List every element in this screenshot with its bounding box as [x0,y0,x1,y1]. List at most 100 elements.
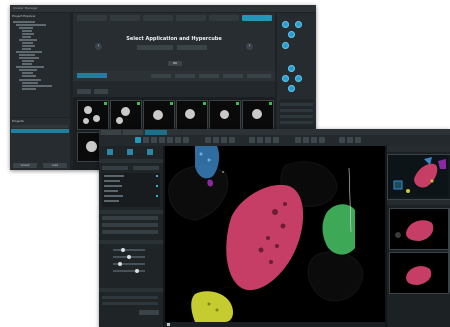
toolbar-button[interactable] [247,74,271,78]
cluster-node-icon[interactable] [295,75,302,82]
checklist-item[interactable] [104,195,123,197]
filter-button[interactable] [77,89,91,94]
dropdown[interactable] [102,166,128,170]
tree-item[interactable] [22,30,32,32]
thumbnail[interactable] [77,100,109,130]
tree-item[interactable] [22,75,36,77]
tree-item[interactable] [22,33,34,35]
ok-button[interactable]: OK [168,61,182,66]
parameter-slider[interactable] [113,254,145,259]
toolbar-button[interactable] [151,74,171,78]
tool-icon[interactable] [147,149,153,155]
tree-item[interactable] [22,42,33,44]
toolbar-button[interactable] [223,74,243,78]
tree-item[interactable] [22,82,38,84]
tool-button[interactable] [221,137,227,143]
wizard-step[interactable] [176,15,206,21]
checklist-item[interactable] [104,180,120,182]
input-field[interactable] [102,216,158,220]
tool-button[interactable] [311,137,317,143]
tree-item[interactable] [16,51,42,53]
property-row[interactable] [280,115,313,118]
section-bar[interactable] [99,159,163,163]
overview-thumbnail[interactable] [387,154,450,200]
load-button[interactable]: Load [43,163,67,168]
tree-item[interactable] [19,57,39,59]
cluster-node-icon[interactable] [282,75,289,82]
toolbar-button[interactable] [175,74,195,78]
tool-button[interactable] [213,137,219,143]
tool-button[interactable] [303,137,309,143]
image-viewer[interactable] [165,146,385,322]
tree-item[interactable] [19,39,37,41]
tree-item[interactable] [16,24,46,26]
property-row[interactable] [280,121,313,124]
checklist-item[interactable] [104,200,119,202]
property-row[interactable] [280,109,313,112]
wizard-step[interactable] [110,15,140,21]
tree-item[interactable] [22,63,32,65]
cluster-node-icon[interactable] [288,31,295,38]
tool-icon[interactable] [107,149,113,155]
tool-button-active[interactable] [135,137,141,143]
tool-button[interactable] [319,137,325,143]
parameter-slider[interactable] [113,247,145,252]
tool-button[interactable] [175,137,181,143]
option-row[interactable] [102,302,158,305]
tool-button[interactable] [355,137,361,143]
thumbnail[interactable] [209,100,241,130]
hypercube-select[interactable] [177,45,207,50]
thumbnail[interactable] [143,100,175,130]
wizard-step[interactable] [209,15,239,21]
wizard-step[interactable] [77,15,107,21]
section-bar[interactable] [99,288,163,292]
next-button[interactable]: › [246,43,253,50]
toolbar-button[interactable] [199,74,219,78]
input-field[interactable] [102,223,158,227]
tree-item[interactable] [19,54,35,56]
result-thumbnail[interactable] [389,208,449,250]
option-row[interactable] [102,296,158,299]
result-thumbnail[interactable] [389,252,449,294]
tool-button[interactable] [205,137,211,143]
apply-button[interactable] [139,310,159,315]
cluster-node-icon[interactable] [288,65,295,72]
parameter-slider[interactable] [113,261,145,266]
tree-item[interactable] [22,85,52,87]
dropdown[interactable] [133,166,159,170]
property-row[interactable] [280,103,313,106]
tool-button[interactable] [143,137,149,143]
tool-button[interactable] [249,137,255,143]
thumbnail[interactable] [110,100,142,130]
tree-item[interactable] [19,79,41,81]
tree-item[interactable] [16,66,44,68]
tab-active[interactable] [77,73,107,78]
project-row[interactable] [12,125,68,128]
project-row-selected[interactable] [11,129,69,133]
previous-button[interactable]: ‹ [95,43,102,50]
tree-item[interactable] [19,69,37,71]
filter-button[interactable] [94,89,108,94]
tree-item[interactable] [22,48,31,50]
tool-button[interactable] [151,137,157,143]
cluster-node-icon[interactable] [288,85,295,92]
tool-icon[interactable] [127,149,133,155]
tool-button[interactable] [257,137,263,143]
input-field[interactable] [102,230,158,234]
tree-item[interactable] [13,21,35,23]
section-bar[interactable] [99,210,163,214]
wizard-step[interactable] [143,15,173,21]
tool-button[interactable] [159,137,165,143]
tool-button[interactable] [167,137,173,143]
tool-button[interactable] [265,137,271,143]
tool-button[interactable] [295,137,301,143]
tool-button[interactable] [347,137,353,143]
section-bar[interactable] [99,240,163,244]
tree-item[interactable] [22,72,33,74]
tree-item[interactable] [22,36,31,38]
checklist-item[interactable] [104,190,118,192]
cluster-node-icon[interactable] [282,42,289,49]
wizard-step-active[interactable] [242,15,272,21]
cluster-node-icon[interactable] [282,21,289,28]
tree-item[interactable] [19,27,33,29]
